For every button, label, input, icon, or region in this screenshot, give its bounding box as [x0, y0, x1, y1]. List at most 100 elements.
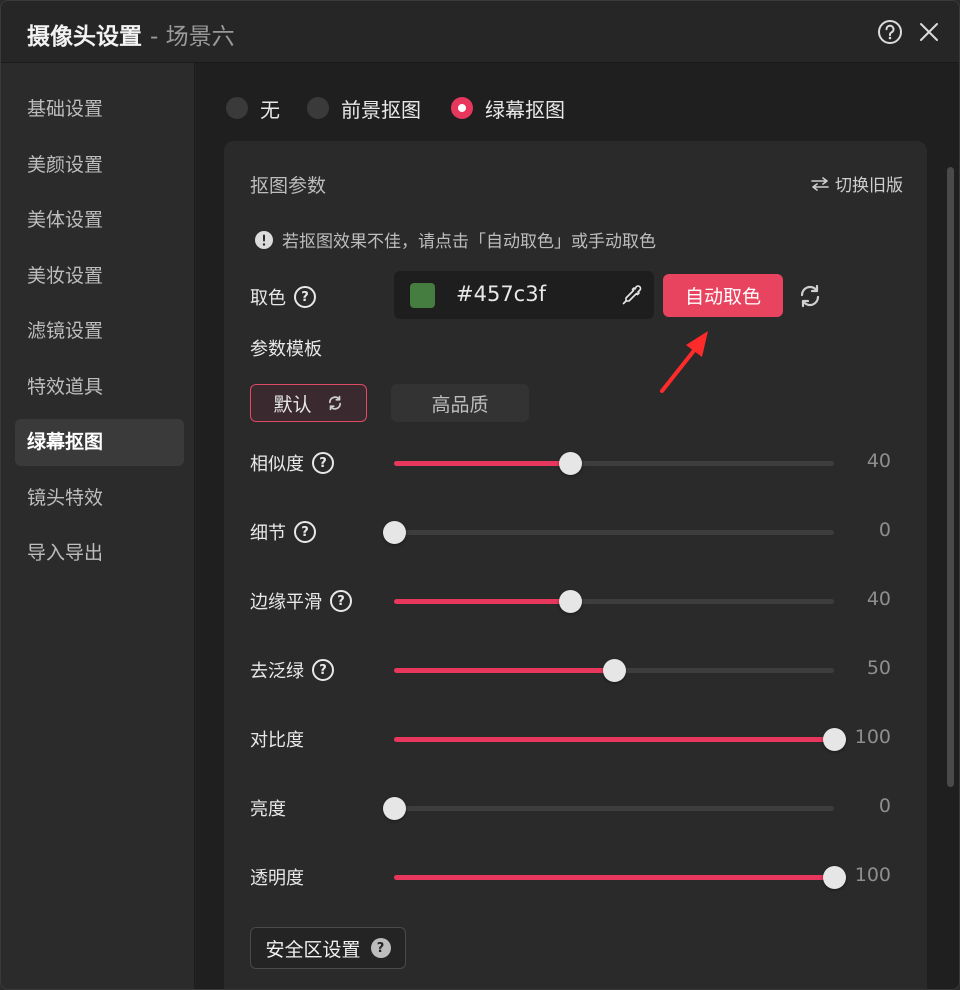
slider-value: 100 — [854, 726, 891, 748]
sidebar-item-effects[interactable]: 特效道具 — [15, 364, 184, 411]
slider-label-text: 细节 — [250, 523, 286, 544]
sidebar-item-filter[interactable]: 滤镜设置 — [15, 308, 184, 355]
sidebar-item-body[interactable]: 美体设置 — [15, 197, 184, 244]
refresh-icon[interactable] — [796, 282, 824, 310]
slider-value: 50 — [866, 657, 891, 679]
slider-track[interactable] — [394, 452, 834, 475]
question-icon[interactable]: ? — [370, 938, 391, 958]
radio-green-screen-label: 绿幕抠图 — [485, 97, 565, 122]
slider-value: 40 — [866, 450, 891, 472]
slider-value: 100 — [854, 864, 891, 886]
radio-green-screen[interactable]: 绿幕抠图 — [451, 95, 565, 122]
slider-label: 相似度 ? — [250, 450, 334, 476]
panel-title: 抠图参数 — [250, 175, 327, 197]
template-default-label: 默认 — [273, 393, 312, 416]
sidebar: 基础设置 美颜设置 美体设置 美妆设置 滤镜设置 特效道具 绿幕抠图 镜头特效 … — [1, 63, 195, 989]
radio-dot — [226, 97, 248, 119]
sidebar-item-makeup[interactable]: 美妆设置 — [15, 253, 184, 300]
scrollbar[interactable] — [947, 167, 954, 787]
close-icon[interactable] — [915, 18, 943, 46]
slider-value: 0 — [878, 519, 891, 541]
slider-fill — [394, 668, 614, 673]
help-circle-icon[interactable] — [876, 18, 904, 46]
color-pick-label-text: 取色 — [250, 288, 286, 309]
color-pick-label: 取色 ? — [250, 284, 316, 310]
slider-handle[interactable] — [383, 521, 406, 544]
sidebar-item-green-screen[interactable]: 绿幕抠图 — [15, 419, 184, 466]
window-title-text: 摄像头设置 — [27, 24, 142, 50]
slider-track[interactable] — [394, 866, 846, 889]
slider-label-text: 边缘平滑 — [250, 592, 322, 613]
slider-fill — [394, 461, 570, 466]
matting-params-panel: 抠图参数 切换旧版 若抠图效果不佳，请点击「自动取色」或手动取色 取色 ? #4… — [224, 141, 927, 989]
eyedropper-icon[interactable] — [620, 283, 644, 307]
refresh-icon[interactable] — [326, 394, 344, 412]
template-default-button[interactable]: 默认 — [250, 384, 367, 422]
sidebar-item-beauty[interactable]: 美颜设置 — [15, 142, 184, 189]
slider-label-text: 透明度 — [250, 868, 304, 889]
slider-label: 去泛绿 ? — [250, 657, 334, 683]
window-title: 摄像头设置 - 场景六 — [27, 17, 235, 51]
camera-settings-window: 摄像头设置 - 场景六 基础设置 美颜设置 美体设置 美妆设置 滤镜设置 特效道… — [0, 0, 960, 990]
slider-handle[interactable] — [383, 797, 406, 820]
slider-handle[interactable] — [603, 659, 626, 682]
question-icon[interactable]: ? — [294, 286, 316, 308]
switch-old-version-button[interactable]: 切换旧版 — [811, 171, 903, 196]
slider-similarity: 相似度 ? 40 — [224, 448, 927, 478]
radio-dot — [307, 97, 329, 119]
warning-icon — [255, 230, 273, 249]
safe-zone-settings-button[interactable]: 安全区设置 ? — [250, 927, 406, 969]
slider-label-text: 亮度 — [250, 799, 286, 820]
switch-old-version-label: 切换旧版 — [835, 176, 903, 196]
slider-despill: 去泛绿 ? 50 — [224, 655, 927, 685]
radio-dot-checked — [451, 97, 473, 119]
slider-fill — [394, 737, 834, 742]
slider-brightness: 亮度 0 — [224, 793, 927, 823]
tip-text: 若抠图效果不佳，请点击「自动取色」或手动取色 — [282, 232, 656, 252]
color-swatch[interactable] — [410, 283, 435, 308]
question-icon[interactable]: ? — [312, 659, 334, 681]
slider-label-text: 去泛绿 — [250, 661, 304, 682]
slider-label-text: 对比度 — [250, 730, 304, 751]
safe-zone-label: 安全区设置 — [265, 938, 361, 961]
slider-fill — [394, 875, 834, 880]
annotation-arrow-icon — [660, 331, 708, 393]
slider-label: 透明度 — [250, 864, 304, 890]
template-label: 参数模板 — [250, 339, 322, 360]
swap-arrows-icon — [811, 176, 829, 191]
tip-message: 若抠图效果不佳，请点击「自动取色」或手动取色 — [254, 227, 656, 252]
slider-contrast: 对比度 100 — [224, 724, 927, 754]
radio-none[interactable]: 无 — [226, 95, 280, 122]
slider-track[interactable] — [394, 659, 834, 682]
slider-fill — [394, 599, 570, 604]
slider-label: 亮度 — [250, 795, 286, 821]
slider-track[interactable] — [394, 590, 834, 613]
slider-value: 0 — [878, 795, 891, 817]
sidebar-item-lens-effects[interactable]: 镜头特效 — [15, 475, 184, 522]
slider-handle[interactable] — [559, 590, 582, 613]
slider-detail: 细节 ? 0 — [224, 517, 927, 547]
slider-opacity: 透明度 100 — [224, 862, 927, 892]
slider-track[interactable] — [383, 797, 834, 820]
slider-edge-smooth: 边缘平滑 ? 40 — [224, 586, 927, 616]
slider-handle[interactable] — [559, 452, 582, 475]
template-high-quality-button[interactable]: 高品质 — [391, 384, 529, 422]
question-icon[interactable]: ? — [294, 521, 316, 543]
slider-label-text: 相似度 — [250, 454, 304, 475]
auto-pick-color-button[interactable]: 自动取色 — [663, 274, 783, 317]
color-hex-value[interactable]: #457c3f — [456, 282, 546, 306]
slider-label: 细节 ? — [250, 519, 316, 545]
question-icon[interactable]: ? — [312, 452, 334, 474]
slider-label: 边缘平滑 ? — [250, 588, 352, 614]
slider-value: 40 — [866, 588, 891, 610]
slider-track[interactable] — [383, 521, 834, 544]
slider-track[interactable] — [394, 728, 846, 751]
scene-name: - 场景六 — [150, 24, 235, 50]
sidebar-item-import-export[interactable]: 导入导出 — [15, 530, 184, 577]
color-picker-field[interactable]: #457c3f — [394, 271, 654, 319]
main-content: 无 前景抠图 绿幕抠图 抠图参数 切换旧版 若抠图效果不佳，请点击「自动取色」或… — [196, 63, 959, 989]
radio-foreground-label: 前景抠图 — [341, 97, 421, 122]
sidebar-item-basic[interactable]: 基础设置 — [15, 86, 184, 133]
radio-foreground-matting[interactable]: 前景抠图 — [307, 95, 421, 122]
question-icon[interactable]: ? — [330, 590, 352, 612]
